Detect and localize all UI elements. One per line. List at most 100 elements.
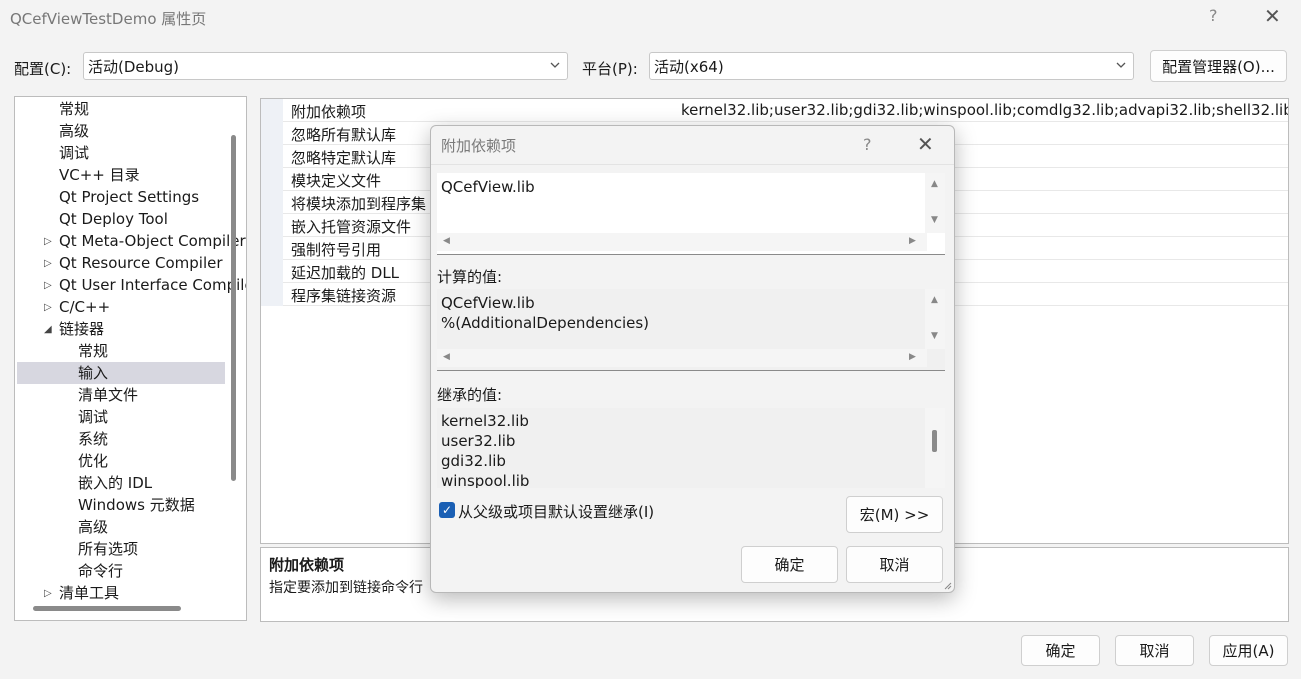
- scroll-up-icon[interactable]: ▲: [931, 295, 938, 305]
- chevron-down-icon: [550, 62, 560, 68]
- property-name: 忽略所有默认库: [291, 126, 397, 144]
- computed-lines: QCefView.lib %(AdditionalDependencies): [441, 293, 649, 333]
- chevron-down-icon: [1116, 62, 1126, 68]
- inherit-checkbox[interactable]: ✓: [439, 502, 455, 518]
- expand-arrow-icon[interactable]: ▷: [44, 280, 52, 291]
- property-name: 延迟加载的 DLL: [291, 264, 400, 282]
- scroll-right-icon[interactable]: ▶: [909, 352, 916, 362]
- apply-button[interactable]: 应用(A): [1209, 635, 1288, 666]
- inherited-line: gdi32.lib: [441, 452, 506, 470]
- scroll-down-icon[interactable]: ▼: [931, 331, 938, 341]
- property-value[interactable]: kernel32.lib;user32.lib;gdi32.lib;winspo…: [681, 101, 1288, 119]
- computed-line: QCefView.lib: [441, 294, 535, 312]
- tree-item-linker-windows-metadata[interactable]: Windows 元数据: [78, 494, 195, 516]
- tree-item-qt-project-settings[interactable]: Qt Project Settings: [59, 186, 199, 208]
- tree-item-manifest-tool[interactable]: 清单工具: [59, 582, 119, 604]
- dialog-ok-button[interactable]: 确定: [741, 546, 838, 583]
- window-title: QCefViewTestDemo 属性页: [10, 10, 207, 28]
- computed-values-label: 计算的值:: [437, 268, 503, 286]
- tree-item-linker-advanced[interactable]: 高级: [78, 516, 108, 538]
- property-name: 模块定义文件: [291, 172, 382, 190]
- inherited-values-box[interactable]: kernel32.lib user32.lib gdi32.lib winspo…: [437, 408, 945, 488]
- tree-item-linker-embedded-idl[interactable]: 嵌入的 IDL: [78, 472, 152, 494]
- window-title-bar: QCefViewTestDemo 属性页 ? ✕: [0, 0, 1301, 36]
- platform-label: 平台(P):: [582, 60, 638, 78]
- row-gutter: [261, 260, 283, 283]
- config-manager-button[interactable]: 配置管理器(O)...: [1150, 50, 1287, 82]
- config-value: 活动(Debug): [88, 57, 180, 76]
- inherited-line: winspool.lib: [441, 472, 530, 488]
- tree-item-general[interactable]: 常规: [59, 98, 89, 120]
- horizontal-scrollbar[interactable]: ◀ ▶: [437, 349, 927, 367]
- tree-item-debugging[interactable]: 调试: [59, 142, 89, 164]
- close-icon[interactable]: ✕: [917, 132, 934, 156]
- expand-arrow-icon[interactable]: ▷: [44, 302, 52, 313]
- row-gutter: [261, 145, 283, 168]
- tree-horizontal-scrollbar[interactable]: [33, 606, 181, 611]
- tree-item-linker[interactable]: 链接器: [59, 318, 104, 340]
- edit-lines: QCefView.lib: [441, 177, 535, 197]
- description-text: 指定要添加到链接命令行: [269, 580, 423, 596]
- scroll-down-icon[interactable]: ▼: [931, 215, 938, 225]
- scroll-left-icon[interactable]: ◀: [443, 352, 450, 362]
- row-gutter: [261, 237, 283, 260]
- collapse-arrow-icon[interactable]: ◢: [44, 324, 52, 335]
- row-gutter: [261, 214, 283, 237]
- tree-item-linker-all-options[interactable]: 所有选项: [78, 538, 138, 560]
- additional-dependencies-dialog: 附加依赖项 ? ✕ QCefView.lib ▲ ▼ ◀ ▶ 计算的值: QCe…: [430, 125, 955, 593]
- expand-arrow-icon[interactable]: ▷: [44, 588, 52, 599]
- ok-button[interactable]: 确定: [1021, 635, 1100, 666]
- vertical-scrollbar[interactable]: ▲ ▼: [925, 173, 945, 233]
- cancel-button[interactable]: 取消: [1115, 635, 1194, 666]
- property-row[interactable]: 附加依赖项 kernel32.lib;user32.lib;gdi32.lib;…: [261, 99, 1288, 122]
- row-gutter: [261, 122, 283, 145]
- vertical-scrollbar[interactable]: [925, 408, 945, 488]
- vertical-scrollbar[interactable]: ▲ ▼: [925, 289, 945, 349]
- settings-tree: 常规 高级 调试 VC++ 目录 Qt Project Settings Qt …: [14, 96, 247, 621]
- resize-grip-icon[interactable]: [942, 580, 952, 590]
- tree-item-linker-general[interactable]: 常规: [78, 340, 108, 362]
- help-icon[interactable]: ?: [863, 135, 872, 154]
- help-icon[interactable]: ?: [1209, 6, 1218, 25]
- expand-arrow-icon[interactable]: ▷: [44, 236, 52, 247]
- scroll-thumb[interactable]: [932, 430, 937, 452]
- tree-item-linker-manifest[interactable]: 清单文件: [78, 384, 138, 406]
- row-gutter: [261, 168, 283, 191]
- tree-item-linker-input[interactable]: 输入: [78, 362, 108, 384]
- platform-combobox[interactable]: 活动(x64): [649, 52, 1134, 80]
- horizontal-scrollbar[interactable]: ◀ ▶: [437, 233, 927, 251]
- macro-button[interactable]: 宏(M) >>: [846, 496, 943, 533]
- inherit-checkbox-label[interactable]: 从父级或项目默认设置继承(I): [458, 501, 654, 522]
- inherited-values-label: 继承的值:: [437, 386, 503, 404]
- title-separator: [431, 164, 954, 165]
- property-name: 附加依赖项: [291, 103, 367, 121]
- tree-item-qt-moc[interactable]: Qt Meta-Object Compiler: [59, 230, 246, 252]
- tree-item-qt-rcc[interactable]: Qt Resource Compiler: [59, 252, 223, 274]
- property-name: 强制符号引用: [291, 241, 382, 259]
- expand-arrow-icon[interactable]: ▷: [44, 258, 52, 269]
- property-name: 嵌入托管资源文件: [291, 218, 412, 236]
- computed-values-box[interactable]: QCefView.lib %(AdditionalDependencies) ▲…: [437, 289, 945, 371]
- config-combobox[interactable]: 活动(Debug): [83, 52, 568, 80]
- tree-item-qt-deploy-tool[interactable]: Qt Deploy Tool: [59, 208, 168, 230]
- tree-item-linker-optimization[interactable]: 优化: [78, 450, 108, 472]
- property-name: 忽略特定默认库: [291, 149, 397, 167]
- tree-item-advanced[interactable]: 高级: [59, 120, 89, 142]
- close-icon[interactable]: ✕: [1264, 4, 1281, 28]
- dependencies-edit-box[interactable]: QCefView.lib ▲ ▼ ◀ ▶: [437, 173, 945, 255]
- row-gutter: [261, 191, 283, 214]
- tree-item-cpp[interactable]: C/C++: [59, 296, 110, 318]
- tree-selection-highlight: [17, 362, 225, 384]
- dialog-cancel-button[interactable]: 取消: [846, 546, 943, 583]
- edit-line: QCefView.lib: [441, 178, 535, 196]
- tree-item-vc-directories[interactable]: VC++ 目录: [59, 164, 140, 186]
- scroll-left-icon[interactable]: ◀: [443, 236, 450, 246]
- tree-vertical-scrollbar[interactable]: [231, 135, 236, 481]
- tree-item-linker-system[interactable]: 系统: [78, 428, 108, 450]
- tree-item-linker-command-line[interactable]: 命令行: [78, 560, 123, 582]
- tree-item-qt-uic[interactable]: Qt User Interface Compiler: [59, 274, 246, 296]
- tree-item-linker-debugging[interactable]: 调试: [78, 406, 108, 428]
- inherited-lines: kernel32.lib user32.lib gdi32.lib winspo…: [441, 411, 529, 488]
- scroll-up-icon[interactable]: ▲: [931, 179, 938, 189]
- scroll-right-icon[interactable]: ▶: [909, 236, 916, 246]
